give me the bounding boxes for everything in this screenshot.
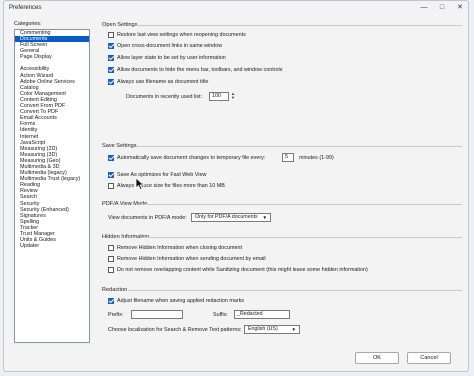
redaction-title: Redaction: [102, 287, 128, 293]
checkbox[interactable]: [108, 43, 114, 49]
prefix-input[interactable]: [131, 310, 183, 319]
open-option-hide-menu[interactable]: Allow documents to hide the menu bar, to…: [108, 67, 282, 73]
pdfa-mode-dropdown[interactable]: Only for PDF/A documents ▼: [191, 213, 271, 222]
open-option-restore[interactable]: Restore last view settings when reopenin…: [108, 32, 246, 38]
hidden-option-closing[interactable]: Remove Hidden Information when closing d…: [108, 245, 242, 251]
chevron-down-icon: ▼: [291, 327, 296, 332]
close-icon[interactable]: ✕: [455, 3, 465, 12]
reduce-size-option[interactable]: Always reduce size for files more than 1…: [108, 183, 225, 189]
checkbox[interactable]: [108, 267, 114, 273]
divider: [140, 204, 462, 205]
locale-dropdown[interactable]: English (US) ▼: [244, 325, 300, 334]
recent-docs-label: Documents in recently used list:: [126, 94, 203, 100]
checkbox[interactable]: [108, 172, 114, 178]
checkbox[interactable]: [108, 183, 114, 189]
autosave-unit-label: minutes (1-99): [299, 155, 334, 161]
pdfa-label: View documents in PDF/A mode:: [108, 215, 187, 221]
checkbox[interactable]: [108, 67, 114, 73]
mouse-pointer-icon: [135, 177, 145, 191]
adjust-filename-option[interactable]: Adjust filename when saving applied reda…: [108, 298, 244, 304]
prefix-label: Prefix:: [108, 312, 124, 318]
hidden-option-overlapping[interactable]: Do not remove overlapping content while …: [108, 267, 368, 273]
open-option-cross-links[interactable]: Open cross-document links in same window: [108, 43, 222, 49]
suffix-label: Suffix:: [213, 312, 228, 318]
save-settings-title: Save Settings: [102, 143, 137, 149]
recent-docs-stepper[interactable]: ▲ ▼: [230, 91, 236, 101]
category-item[interactable]: Updater: [15, 243, 89, 249]
checkbox[interactable]: [108, 79, 114, 85]
title-bar: Preferences — □ ✕: [4, 1, 468, 14]
maximize-icon[interactable]: □: [437, 3, 447, 12]
ok-button[interactable]: OK: [355, 352, 399, 364]
suffix-input[interactable]: _Redacted: [234, 310, 290, 319]
checkbox[interactable]: [108, 155, 114, 161]
locale-label: Choose localization for Search & Remove …: [108, 327, 242, 333]
divider: [136, 25, 462, 26]
autosave-minutes-input[interactable]: 5: [282, 153, 294, 162]
hidden-option-email[interactable]: Remove Hidden Information when sending d…: [108, 256, 266, 262]
open-option-filename-title[interactable]: Always use filename as document title: [108, 79, 208, 85]
checkbox[interactable]: [108, 245, 114, 251]
autosave-option[interactable]: Automatically save document changes to t…: [108, 155, 265, 161]
checkbox[interactable]: [108, 256, 114, 262]
cancel-button[interactable]: Cancel: [407, 352, 451, 364]
divider: [142, 237, 462, 238]
divider: [128, 290, 462, 291]
checkbox[interactable]: [108, 32, 114, 38]
divider: [136, 146, 462, 147]
open-settings-title: Open Settings: [102, 22, 138, 28]
window-title: Preferences: [9, 4, 42, 11]
preferences-window: Preferences — □ ✕ Categories: Commenting…: [3, 0, 469, 372]
fast-web-option[interactable]: Save As optimizes for Fast Web View: [108, 172, 206, 178]
recent-docs-input[interactable]: 100: [209, 92, 229, 101]
categories-list[interactable]: Commenting Documents Full Screen General Pag…: [14, 29, 90, 343]
minimize-icon[interactable]: —: [419, 3, 429, 12]
checkbox[interactable]: [108, 298, 114, 304]
checkbox[interactable]: [108, 55, 114, 61]
open-option-layer-state[interactable]: Allow layer state to be set by user info…: [108, 55, 226, 61]
chevron-down-icon: ▼: [262, 215, 267, 220]
categories-label: Categories:: [14, 21, 42, 27]
